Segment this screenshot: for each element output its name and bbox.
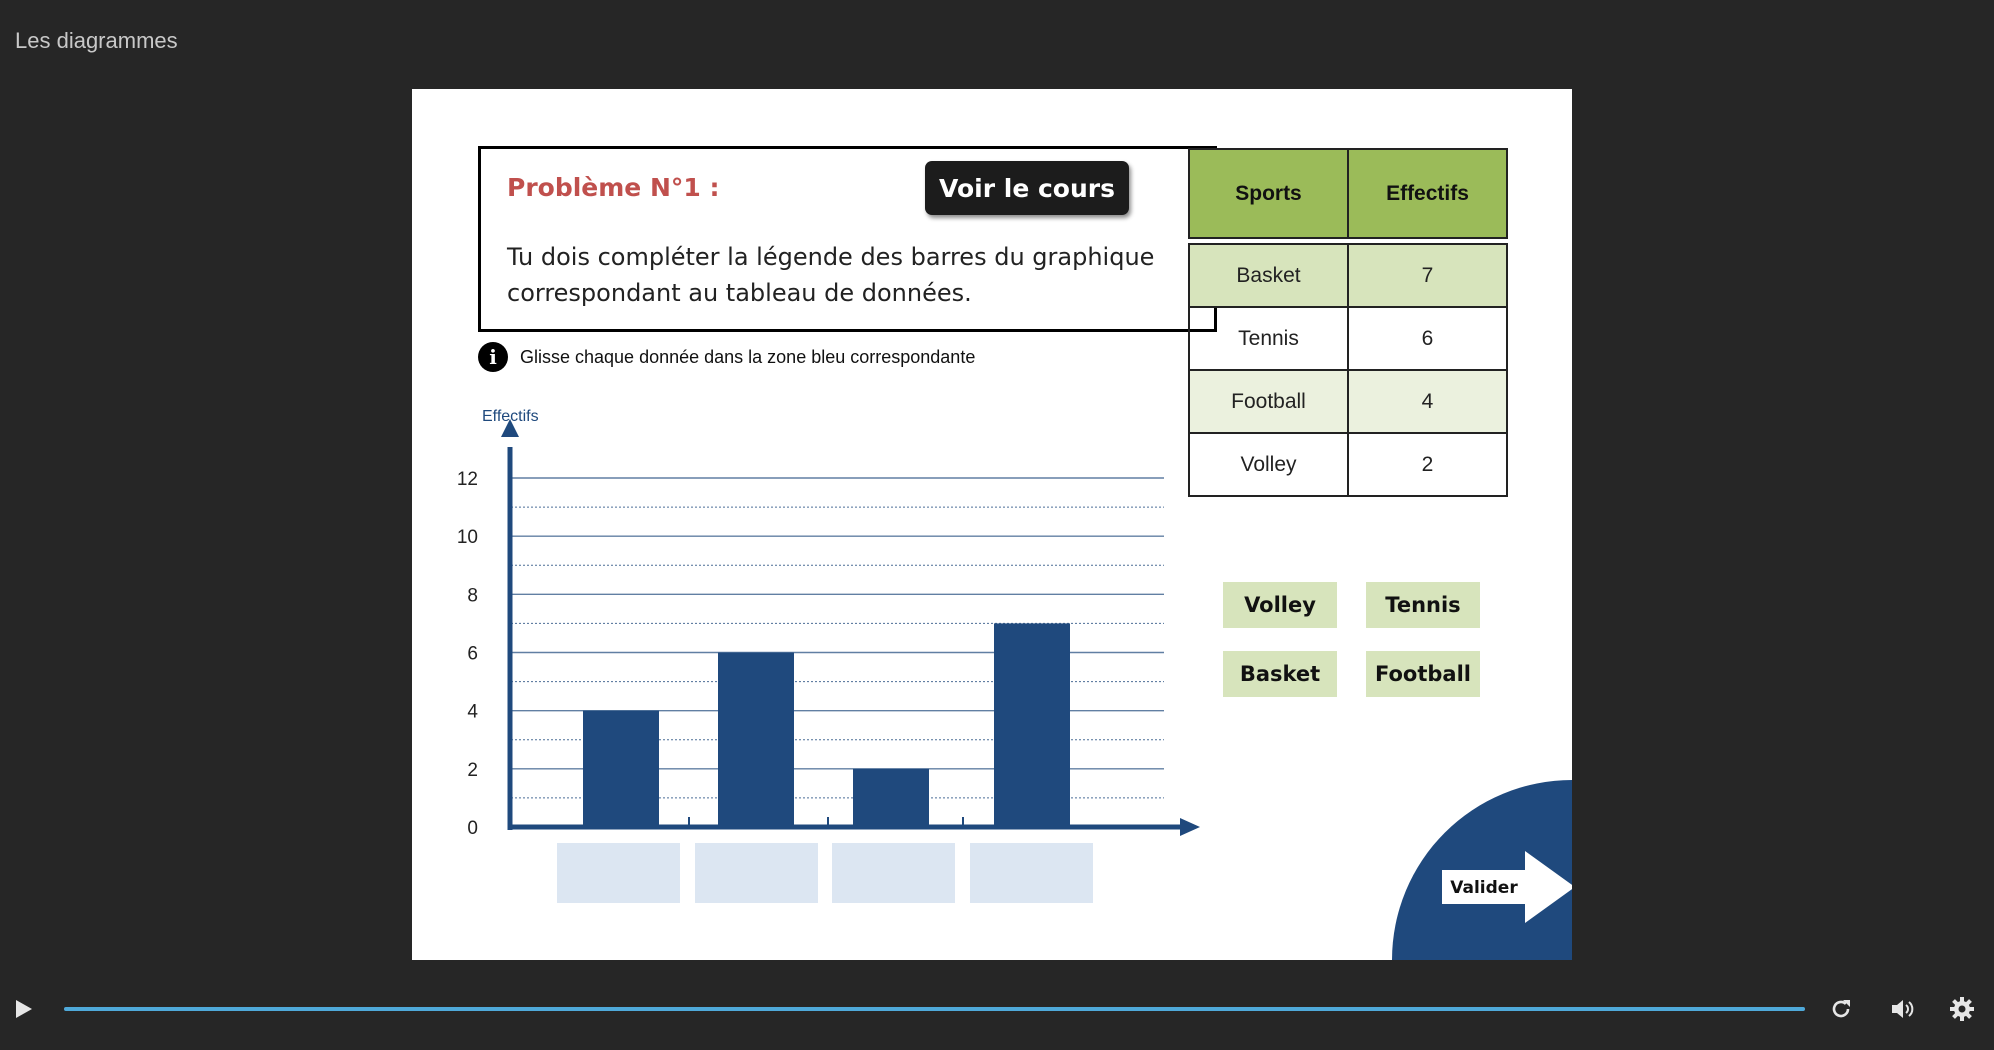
- bar: [853, 768, 929, 827]
- play-icon[interactable]: [8, 994, 38, 1024]
- draggable-label-football[interactable]: Football: [1366, 651, 1480, 697]
- y-tick-label: 0: [467, 818, 478, 839]
- y-ticks: 0 2 4 6 8 10 12: [457, 469, 479, 839]
- draggable-label-basket[interactable]: Basket: [1223, 651, 1337, 697]
- drop-zone-3[interactable]: [832, 843, 955, 903]
- replay-icon[interactable]: [1826, 994, 1856, 1024]
- slide-canvas: Problème N°1 : Voir le cours Tu dois com…: [412, 89, 1572, 960]
- header-effectifs: Effectifs: [1347, 148, 1508, 239]
- y-tick-label: 2: [467, 760, 478, 781]
- player-controls: [0, 982, 1994, 1042]
- progress-fill: [64, 1007, 1805, 1011]
- table-row: Tennis 6: [1188, 306, 1508, 371]
- y-tick-label: 6: [467, 644, 478, 665]
- y-tick-label: 10: [457, 527, 478, 548]
- table-row: Volley 2: [1188, 432, 1508, 497]
- gear-icon[interactable]: [1947, 994, 1977, 1024]
- table-row: Basket 7: [1188, 243, 1508, 308]
- table-cell: Tennis: [1188, 306, 1349, 371]
- bar: [718, 652, 794, 827]
- drop-zone-1[interactable]: [557, 843, 680, 903]
- bar: [583, 710, 659, 827]
- table-cell: Basket: [1188, 243, 1349, 308]
- drop-zone-4[interactable]: [970, 843, 1093, 903]
- table-cell: 4: [1347, 369, 1508, 434]
- table-cell: 7: [1347, 243, 1508, 308]
- table-row: Football 4: [1188, 369, 1508, 434]
- bars: [583, 623, 1070, 827]
- y-tick-label: 8: [467, 585, 478, 606]
- progress-bar[interactable]: [64, 1007, 1805, 1011]
- table-cell: Volley: [1188, 432, 1349, 497]
- app-title: Les diagrammes: [15, 28, 178, 53]
- table-cell: Football: [1188, 369, 1349, 434]
- volume-icon[interactable]: [1888, 994, 1918, 1024]
- header-sports: Sports: [1188, 148, 1349, 239]
- validate-button[interactable]: Valider: [1442, 851, 1572, 923]
- table-cell: 6: [1347, 306, 1508, 371]
- bar-chart: Effectifs 024681012: [457, 408, 1200, 839]
- draggable-label-volley[interactable]: Volley: [1223, 582, 1337, 628]
- bar: [994, 623, 1070, 827]
- data-table: Sports Effectifs Basket 7 Tennis 6 Footb…: [1188, 148, 1508, 497]
- y-tick-label: 12: [457, 469, 478, 490]
- draggable-label-tennis[interactable]: Tennis: [1366, 582, 1480, 628]
- y-tick-label: 4: [467, 702, 478, 723]
- validate-label: Valider: [1450, 878, 1518, 898]
- x-axis-arrow: [1180, 818, 1200, 836]
- table-cell: 2: [1347, 432, 1508, 497]
- drop-zone-2[interactable]: [695, 843, 818, 903]
